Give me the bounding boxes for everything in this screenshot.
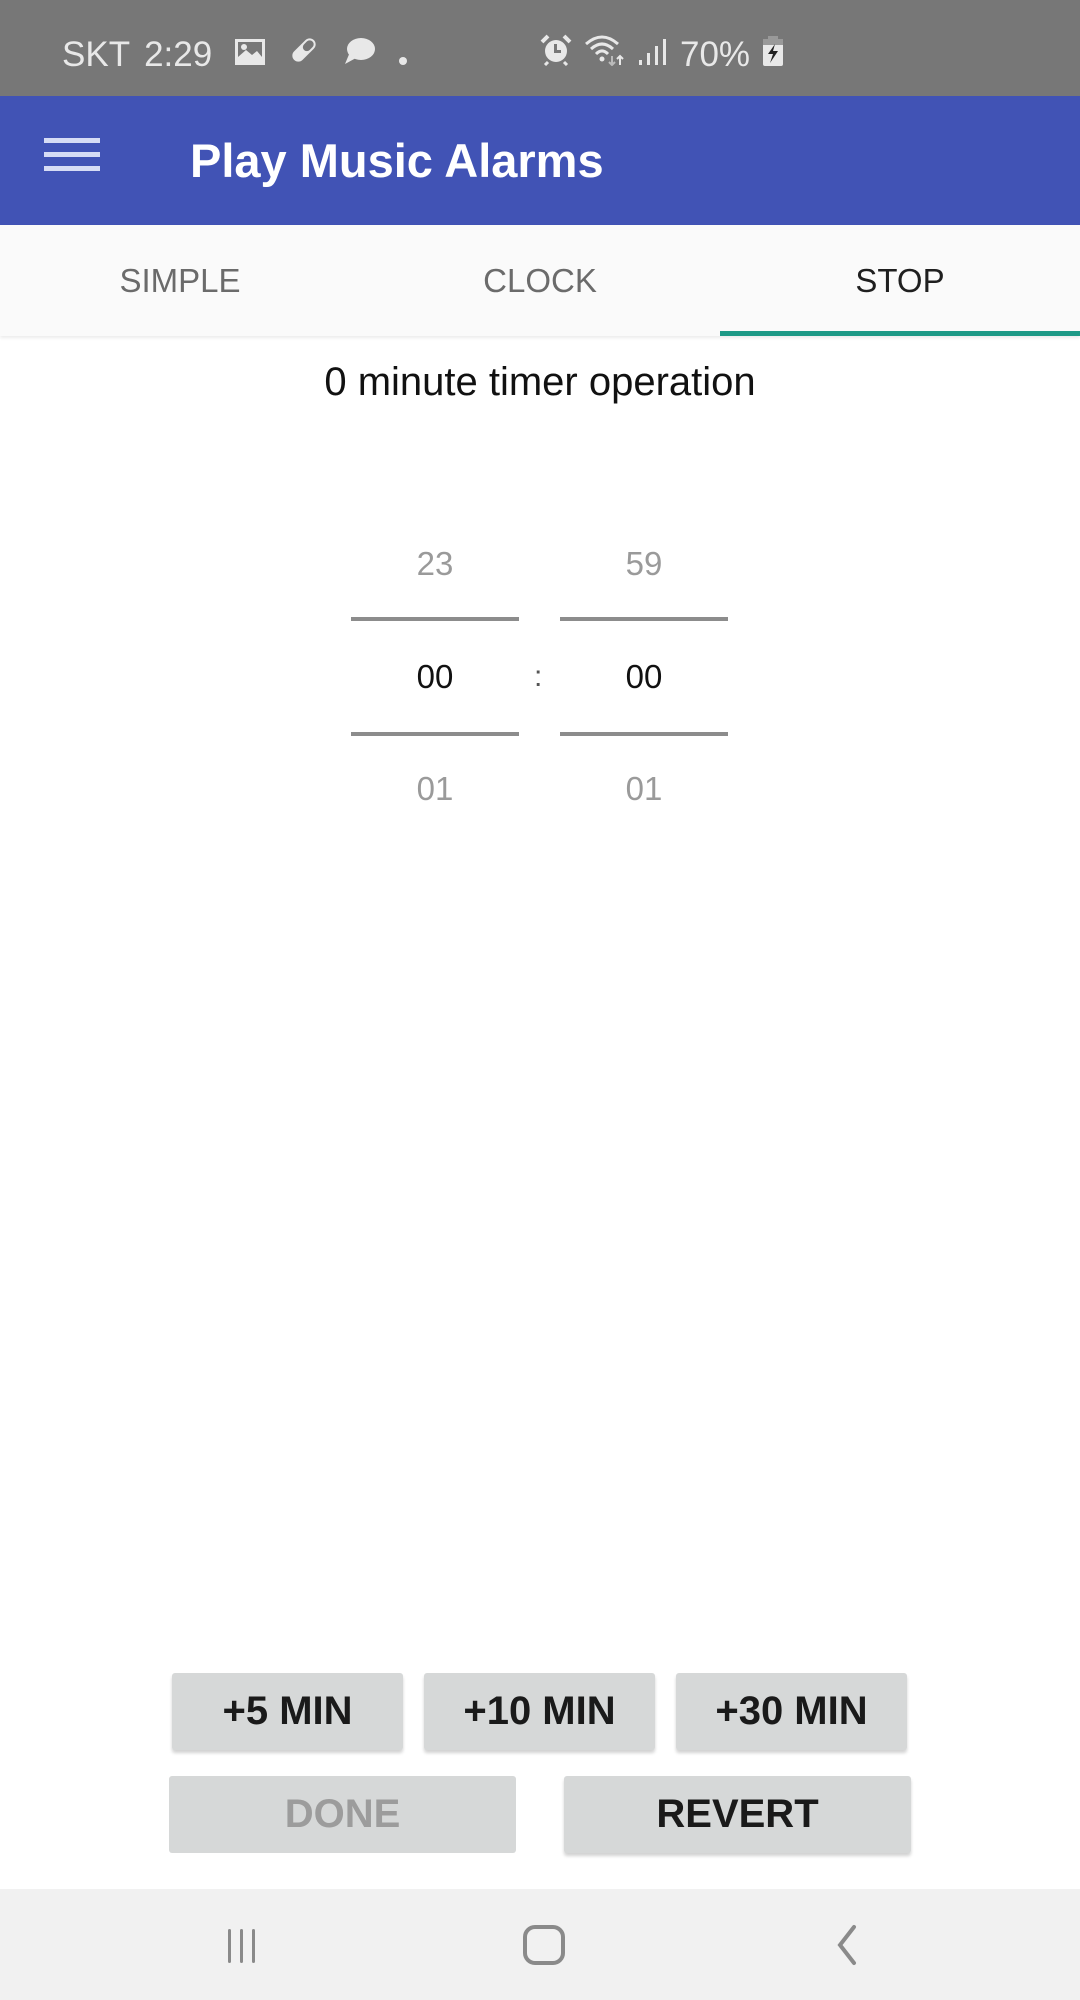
app-title: Play Music Alarms [190,134,604,187]
app-bar: Play Music Alarms [0,96,1080,225]
back-button[interactable] [786,1889,906,2000]
minute-prev[interactable]: 59 [560,545,728,583]
minute-divider-bottom [560,732,728,736]
status-bar: SKT 2:29 70% [0,0,1080,96]
time-separator: : [534,660,543,693]
image-icon [234,35,266,75]
add-5-min-button[interactable]: +5 MIN [172,1673,403,1750]
tab-bar: SIMPLE CLOCK STOP [0,225,1080,336]
carrier-label: SKT [62,34,131,74]
chat-bubble-icon [342,35,376,75]
tab-clock[interactable]: CLOCK [360,225,720,336]
minute-divider-top [560,617,728,621]
tab-simple[interactable]: SIMPLE [0,225,360,336]
signal-icon [638,35,668,75]
system-nav-bar [0,1889,1080,2000]
battery-percent: 70% [680,34,751,74]
hour-next[interactable]: 01 [351,770,519,808]
alarm-icon [540,34,572,75]
dot-icon [398,35,408,75]
timer-heading: 0 minute timer operation [324,360,756,404]
pill-icon [288,34,320,75]
home-button[interactable] [484,1889,604,2000]
minute-next[interactable]: 01 [560,770,728,808]
home-icon [523,1924,565,1965]
wifi-icon [584,34,626,75]
clock-label: 2:29 [144,34,213,74]
hour-divider-top [351,617,519,621]
add-10-min-button[interactable]: +10 MIN [424,1673,655,1750]
revert-button[interactable]: REVERT [564,1776,911,1853]
hour-divider-bottom [351,732,519,736]
status-right: 70% [540,34,784,75]
tab-stop[interactable]: STOP [720,225,1080,336]
back-icon [837,1924,856,1965]
recents-icon [228,1928,255,1963]
status-left: SKT 2:29 [62,34,408,75]
done-button[interactable]: DONE [169,1776,516,1853]
active-tab-indicator [720,331,1080,336]
hour-current[interactable]: 00 [351,658,519,696]
hour-prev[interactable]: 23 [351,545,519,583]
recents-button[interactable] [182,1889,302,2000]
battery-charging-icon [762,35,784,75]
hamburger-menu-icon[interactable] [44,138,100,184]
add-30-min-button[interactable]: +30 MIN [676,1673,907,1750]
minute-current[interactable]: 00 [560,658,728,696]
